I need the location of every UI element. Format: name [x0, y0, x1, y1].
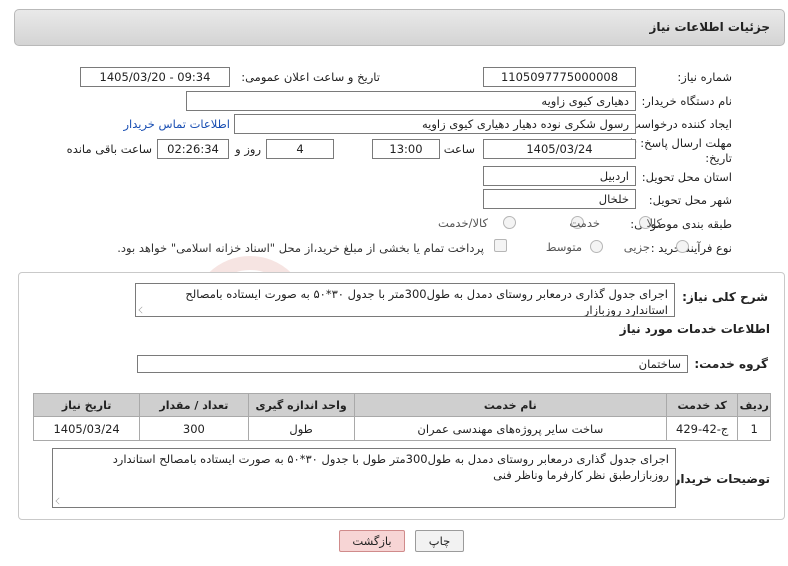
- page-title: جزئیات اطلاعات نیاز: [649, 20, 770, 34]
- col-header-service-code: کد خدمت: [665, 393, 739, 417]
- buyer-notes-label: توضیحات خریدار:: [668, 472, 770, 486]
- buyer-org-label: نام دستگاه خریدار:: [641, 94, 732, 108]
- need-number-field[interactable]: 1105097775000008: [483, 67, 636, 87]
- details-header: جزئیات اطلاعات نیاز: [14, 9, 785, 46]
- category-option-goods: کالا: [646, 216, 662, 230]
- days-label: روز و: [235, 142, 261, 156]
- category-option-goods-service: کالا/خدمت: [437, 216, 488, 230]
- buyer-notes-textarea[interactable]: اجرای جدول گذاری درمعابر روستای دمدل به …: [52, 448, 676, 508]
- remaining-days-field[interactable]: 4: [266, 139, 334, 159]
- buyer-org-field[interactable]: دهیاری کیوی زاویه: [186, 91, 636, 111]
- deadline-time-field[interactable]: 13:00: [372, 139, 440, 159]
- announce-label: تاریخ و ساعت اعلان عمومی:: [241, 70, 380, 84]
- treasury-payment-note: پرداخت تمام یا بخشی از مبلغ خرید،از محل …: [117, 241, 484, 255]
- cell-row-num: 1: [737, 416, 771, 441]
- services-table: ردیف کد خدمت نام خدمت واحد اندازه گیری ت…: [32, 393, 771, 441]
- service-group-field[interactable]: ساختمان: [137, 355, 688, 373]
- city-field[interactable]: خلخال: [483, 189, 636, 209]
- province-label: استان محل تحویل:: [641, 170, 732, 184]
- treasury-payment-checkbox[interactable]: [494, 239, 507, 252]
- announce-datetime-field[interactable]: 1405/03/20 - 09:34: [80, 67, 230, 87]
- need-number-label: شماره نیاز:: [677, 70, 732, 84]
- city-label: شهر محل تحویل:: [648, 193, 732, 207]
- remaining-time-label: ساعت باقی مانده: [66, 142, 152, 156]
- remaining-time-field[interactable]: 02:26:34: [157, 139, 229, 159]
- process-radio-medium[interactable]: [590, 240, 603, 253]
- cell-service-name: ساخت سایر پروژه‌های مهندسی عمران: [353, 416, 667, 441]
- table-row[interactable]: 1 ج-42-429 ساخت سایر پروژه‌های مهندسی عم…: [32, 416, 771, 441]
- back-button[interactable]: بازگشت: [339, 530, 405, 552]
- buyer-notes-text: اجرای جدول گذاری درمعابر روستای دمدل به …: [112, 452, 669, 482]
- cell-need-date: 1405/03/24: [32, 416, 141, 441]
- cell-unit: طول: [247, 416, 355, 441]
- creator-label: ایجاد کننده درخواست:: [626, 117, 732, 131]
- province-field[interactable]: اردبیل: [483, 166, 636, 186]
- service-group-label: گروه خدمت:: [694, 357, 768, 371]
- col-header-unit: واحد اندازه گیری: [247, 393, 355, 417]
- deadline-date-field[interactable]: 1405/03/24: [483, 139, 636, 159]
- cell-quantity: 300: [139, 416, 249, 441]
- col-header-row-num: ردیف: [737, 393, 771, 417]
- buyer-contact-link[interactable]: اطلاعات تماس خریدار: [123, 117, 230, 131]
- print-button[interactable]: چاپ: [415, 530, 464, 552]
- summary-textarea[interactable]: اجرای جدول گذاری درمعابر روستای دمدل به …: [135, 283, 675, 317]
- col-header-quantity: تعداد / مقدار: [139, 393, 249, 417]
- services-section-title: اطلاعات خدمات مورد نیاز: [619, 322, 770, 336]
- process-option-medium: متوسط: [545, 240, 582, 254]
- cell-service-code: ج-42-429: [665, 416, 739, 441]
- creator-field[interactable]: رسول شکری نوده دهیار دهیاری کیوی زاویه: [234, 114, 636, 134]
- process-option-minor: جزیی: [623, 240, 650, 254]
- process-label: نوع فرآیند خرید :: [650, 241, 732, 255]
- category-radio-goods-service[interactable]: [503, 216, 516, 229]
- summary-text: اجرای جدول گذاری درمعابر روستای دمدل به …: [185, 287, 668, 317]
- col-header-need-date: تاریخ نیاز: [32, 393, 141, 417]
- table-header-row: ردیف کد خدمت نام خدمت واحد اندازه گیری ت…: [32, 393, 771, 417]
- col-header-service-name: نام خدمت: [353, 393, 667, 417]
- need-details-page: AriaTender.neT جزئیات اطلاعات نیاز شماره…: [0, 0, 788, 566]
- resize-handle-icon[interactable]: [138, 306, 146, 314]
- deadline-time-label: ساعت: [443, 142, 475, 156]
- summary-label: شرح کلی نیاز:: [682, 290, 768, 304]
- resize-handle-icon[interactable]: [55, 497, 63, 505]
- category-option-service: خدمت: [569, 216, 600, 230]
- process-radio-minor[interactable]: [676, 240, 689, 253]
